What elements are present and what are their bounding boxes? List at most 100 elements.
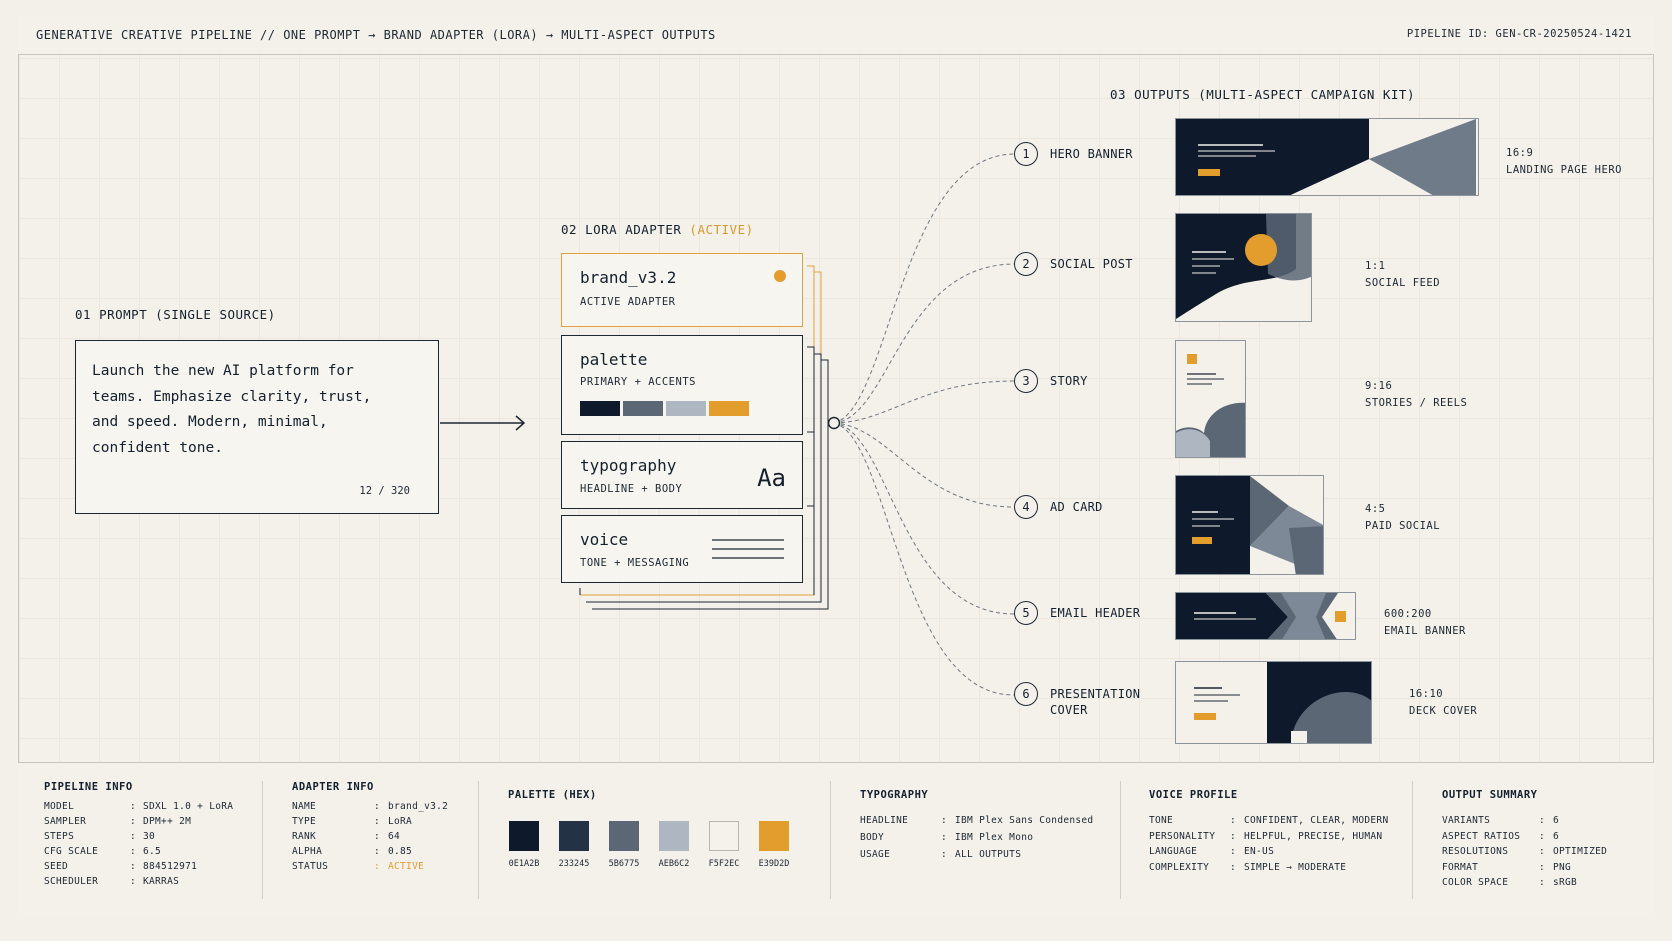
footer-palette-title: PALETTE (HEX) xyxy=(508,789,597,801)
prompt-text: Launch the new AI platform for teams. Em… xyxy=(92,363,372,456)
footer-colon: : xyxy=(374,831,381,842)
pipeline-id: PIPELINE ID: GEN-CR-20250524-1421 xyxy=(1406,28,1632,40)
footer-value: KARRAS xyxy=(143,876,180,887)
output-label-social-post: SOCIAL POST xyxy=(1050,257,1133,271)
output-ratio-ad: 4:5 PAID SOCIAL xyxy=(1365,501,1440,535)
output-number-3: 3 xyxy=(1014,369,1038,393)
footer-key: MODEL xyxy=(44,801,75,812)
ratio-usage: SOCIAL FEED xyxy=(1365,277,1441,289)
thumbnail-email-header[interactable] xyxy=(1175,592,1356,640)
ratio-value: 600:200 xyxy=(1384,608,1432,620)
ratio-value: 16:10 xyxy=(1409,688,1444,700)
output-label-presentation-cover: PRESENTATION COVER xyxy=(1050,686,1140,718)
footer-value: PNG xyxy=(1553,861,1572,873)
output-ratio-presentation: 16:10 DECK COVER xyxy=(1409,686,1477,720)
footer-pipeline-title: PIPELINE INFO xyxy=(44,781,133,793)
footer-summary-title: OUTPUT SUMMARY xyxy=(1442,789,1538,801)
footer-value: ACTIVE xyxy=(388,861,425,872)
footer-colon: : xyxy=(374,846,381,857)
page-title: GENERATIVE CREATIVE PIPELINE // ONE PROM… xyxy=(36,28,716,42)
footer-key: ALPHA xyxy=(292,846,323,857)
footer-value: 6.5 xyxy=(143,846,162,857)
footer-colon: : xyxy=(130,846,137,857)
footer-value: 884512971 xyxy=(143,861,198,872)
output-number-2: 2 xyxy=(1014,252,1038,276)
thumbnail-hero-banner[interactable] xyxy=(1175,118,1479,196)
palette-swatch-navy xyxy=(580,401,620,416)
story-art xyxy=(1176,341,1245,457)
output-connectors xyxy=(827,153,1015,696)
footer-key: COLOR SPACE xyxy=(1442,877,1509,888)
ratio-value: 1:1 xyxy=(1365,260,1386,272)
adapter-card-brand[interactable]: brand_v3.2 ACTIVE ADAPTER xyxy=(561,253,803,327)
adapter-section-status: (ACTIVE) xyxy=(689,222,754,237)
email-header-art xyxy=(1176,593,1355,639)
footer-key: USAGE xyxy=(860,849,891,860)
footer-value: 0.85 xyxy=(388,846,413,857)
adapter-card-title: typography xyxy=(580,456,677,475)
footer-colon: : xyxy=(130,831,137,842)
output-label-hero-banner: HERO BANNER xyxy=(1050,147,1133,161)
footer-colon: : xyxy=(374,861,381,872)
ad-card-art xyxy=(1176,476,1323,574)
footer-key: FORMAT xyxy=(1442,861,1479,873)
output-ratio-story: 9:16 STORIES / REELS xyxy=(1365,378,1467,412)
footer-key: ASPECT RATIOS xyxy=(1442,830,1521,842)
footer-value: IBM Plex Mono xyxy=(955,832,1034,843)
footer-key: NAME xyxy=(292,801,317,812)
footer-colon: : xyxy=(941,815,948,826)
footer-colon: : xyxy=(1230,846,1237,857)
footer-adapter-title: ADAPTER INFO xyxy=(292,781,374,793)
footer-key: TONE xyxy=(1149,815,1174,826)
footer-colon: : xyxy=(941,832,948,843)
footer-colon: : xyxy=(1230,830,1237,842)
footer-typography-title: TYPOGRAPHY xyxy=(860,789,929,801)
footer-value: sRGB xyxy=(1553,877,1578,888)
footer-key: COMPLEXITY xyxy=(1149,861,1210,873)
hero-banner-art xyxy=(1176,119,1478,195)
footer-value: HELPFUL, PRECISE, HUMAN xyxy=(1244,830,1383,842)
palette-swatch-label: 0E1A2B xyxy=(508,859,540,869)
palette-swatch-steel xyxy=(623,401,663,416)
adapter-card-subtitle: PRIMARY + ACCENTS xyxy=(580,376,696,388)
top-bar: GENERATIVE CREATIVE PIPELINE // ONE PROM… xyxy=(18,17,1654,55)
thumbnail-social-post[interactable] xyxy=(1175,213,1312,322)
output-number-1: 1 xyxy=(1014,142,1038,166)
footer-key: BODY xyxy=(860,832,885,843)
footer-value: SIMPLE → MODERATE xyxy=(1244,861,1347,873)
output-number-6: 6 xyxy=(1014,682,1038,706)
ratio-usage: STORIES / REELS xyxy=(1365,397,1468,409)
adapter-card-palette[interactable]: palette PRIMARY + ACCENTS xyxy=(561,335,803,435)
prompt-box[interactable]: Launch the new AI platform for teams. Em… xyxy=(75,340,439,514)
footer-key: VARIANTS xyxy=(1442,815,1491,826)
typography-glyph-icon: Aa xyxy=(757,464,786,492)
thumbnail-story[interactable] xyxy=(1175,340,1246,458)
palette-swatch xyxy=(659,821,689,851)
palette-swatch-label: E39D2D xyxy=(758,859,790,869)
label-line-2: COVER xyxy=(1050,703,1088,717)
palette-swatch-mist xyxy=(666,401,706,416)
footer-colon: : xyxy=(374,816,381,827)
output-number-4: 4 xyxy=(1014,495,1038,519)
prompt-section-title: 01 PROMPT (SINGLE SOURCE) xyxy=(75,307,276,322)
footer-colon: : xyxy=(1539,846,1546,857)
ratio-value: 9:16 xyxy=(1365,380,1393,392)
footer-colon: : xyxy=(1539,877,1546,888)
palette-swatch xyxy=(759,821,789,851)
footer-value: EN-US xyxy=(1244,846,1275,857)
footer-colon: : xyxy=(1539,815,1546,826)
footer-value: 30 xyxy=(143,831,156,842)
footer-key: CFG SCALE xyxy=(44,846,99,857)
footer-key: STATUS xyxy=(292,861,329,872)
footer-colon: : xyxy=(130,801,137,812)
thumbnail-presentation-cover[interactable] xyxy=(1175,661,1372,744)
output-label-email-header: EMAIL HEADER xyxy=(1050,606,1141,620)
footer-value: 64 xyxy=(388,831,401,842)
adapter-card-voice[interactable]: voice TONE + MESSAGING xyxy=(561,515,803,583)
prompt-char-count: 12 / 320 xyxy=(359,485,410,497)
footer-colon: : xyxy=(1230,861,1237,873)
footer-key: HEADLINE xyxy=(860,815,909,826)
footer-value: OPTIMIZED xyxy=(1553,846,1608,857)
thumbnail-ad-card[interactable] xyxy=(1175,475,1324,575)
adapter-card-typography[interactable]: typography HEADLINE + BODY Aa xyxy=(561,441,803,509)
